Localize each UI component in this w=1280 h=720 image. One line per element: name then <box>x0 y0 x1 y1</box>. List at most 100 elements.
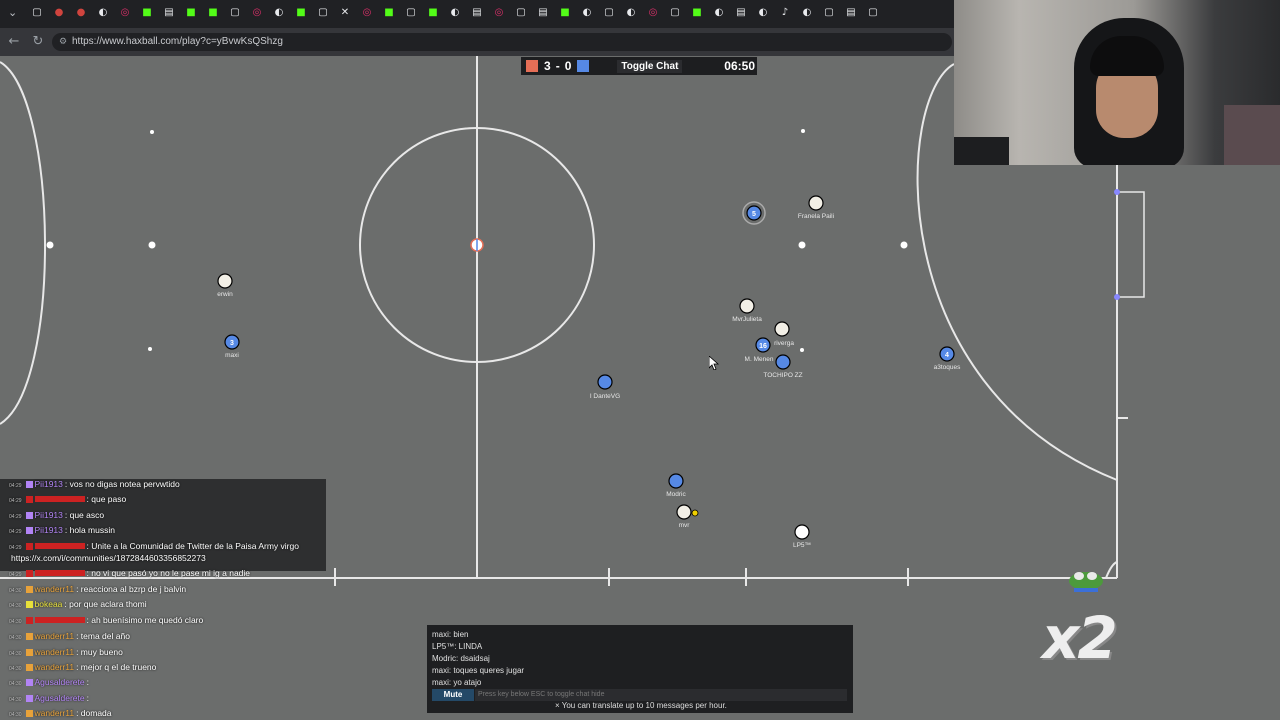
user-badge-icon <box>25 586 33 593</box>
stream-chat-username[interactable]: wanderr11 <box>35 647 75 657</box>
stream-chat-text: https://x.com/i/communities/187284460335… <box>11 553 206 563</box>
mute-button[interactable]: Mute <box>432 689 474 701</box>
stream-chat-text: : que paso <box>86 494 127 504</box>
tab-icon[interactable]: ▢ <box>820 6 838 20</box>
player-name: mvr <box>678 522 690 529</box>
tab-icon[interactable]: ▢ <box>864 6 882 20</box>
stream-chat-text: : que asco <box>64 510 105 520</box>
stream-chat-username[interactable]: wanderr11 <box>35 708 75 718</box>
tab-icon[interactable]: ◐ <box>578 6 596 20</box>
instagram-tab-icon[interactable]: ◎ <box>116 6 134 20</box>
kick-tab-icon[interactable]: ■ <box>380 6 398 20</box>
stream-chat-line: 04:29 Pii1913: hola mussin <box>9 525 115 535</box>
player-disc <box>217 273 233 289</box>
stream-chat-timestamp: 04:30 <box>9 588 22 594</box>
translate-notice[interactable]: × You can translate up to 10 messages pe… <box>555 701 727 710</box>
stream-chat-line: 04:29 Pii1913: vos no digas notea pervwti… <box>9 479 180 489</box>
tiktok-tab-icon[interactable]: ♪ <box>776 6 794 20</box>
instagram-tab-icon[interactable]: ◎ <box>490 6 508 20</box>
stream-chat-username[interactable]: Agusalderete <box>35 693 85 703</box>
red-team-swatch <box>526 60 538 72</box>
user-badge-icon <box>25 570 33 577</box>
tab-icon[interactable]: ● <box>50 6 68 20</box>
stream-chat-username[interactable] <box>34 617 85 623</box>
tab-icon[interactable]: ◐ <box>798 6 816 20</box>
kick-tab-icon[interactable]: ■ <box>292 6 310 20</box>
user-badge-icon <box>25 527 33 534</box>
tab-icon[interactable]: ◐ <box>710 6 728 20</box>
game-chat-input[interactable]: Press key below ESC to toggle chat hide <box>475 689 847 701</box>
tab-icon[interactable]: ◐ <box>94 6 112 20</box>
tab-icon[interactable]: ◐ <box>622 6 640 20</box>
kick-tab-icon[interactable]: ■ <box>182 6 200 20</box>
instagram-tab-icon[interactable]: ◎ <box>248 6 266 20</box>
stream-chat-timestamp: 04:29 <box>9 483 22 489</box>
kick-tab-icon[interactable]: ■ <box>424 6 442 20</box>
corner-arc <box>1105 561 1118 579</box>
tab-icon[interactable]: ▤ <box>732 6 750 20</box>
site-info-icon[interactable]: ⚙ <box>59 33 67 51</box>
stream-chat-username[interactable]: Pii1913 <box>35 525 63 535</box>
user-badge-icon <box>25 496 33 503</box>
stream-chat-username[interactable] <box>34 570 85 576</box>
stream-chat-line: 04:30 wanderr11: reacciona al bzrp de j b… <box>9 584 186 594</box>
stream-chat-timestamp: 04:30 <box>9 635 22 641</box>
player-disc <box>808 195 824 211</box>
stream-chat-username[interactable]: wanderr11 <box>35 584 75 594</box>
tab-icon[interactable]: ▢ <box>512 6 530 20</box>
tab-icon[interactable]: ▤ <box>842 6 860 20</box>
stream-chat-overlay: 04:29 Pii1913: vos no digas notea pervwti… <box>0 479 326 720</box>
toggle-chat-button[interactable]: Toggle Chat <box>617 59 683 73</box>
tab-icon[interactable]: ▢ <box>666 6 684 20</box>
tab-icon[interactable]: ● <box>72 6 90 20</box>
url-field[interactable]: ⚙ https://www.haxball.com/play?c=yBvwKsQ… <box>52 33 952 51</box>
kick-tab-icon[interactable]: ■ <box>688 6 706 20</box>
game-chat-message: maxi: yo atajo <box>432 678 482 687</box>
stream-chat-username[interactable]: Agusalderete <box>35 677 85 687</box>
tab-icon[interactable]: ◐ <box>754 6 772 20</box>
player-name: M. Menen <box>744 356 774 363</box>
tab-icon[interactable]: ▢ <box>28 6 46 20</box>
stream-chat-username[interactable]: bokeaa <box>35 599 63 609</box>
stream-chat-username[interactable]: wanderr11 <box>35 631 75 641</box>
match-timer: 06:50 <box>724 59 755 73</box>
stream-chat-timestamp: 04:30 <box>9 712 22 718</box>
instagram-tab-icon[interactable]: ◎ <box>644 6 662 20</box>
kick-tab-icon[interactable]: ■ <box>138 6 156 20</box>
stream-chat-line: https://x.com/i/communities/187284460335… <box>9 553 206 563</box>
tab-icon[interactable]: ▤ <box>468 6 486 20</box>
tab-icon[interactable]: ▤ <box>160 6 178 20</box>
tab-list-chevron-icon[interactable]: ⌄ <box>8 7 20 19</box>
stream-chat-username[interactable]: Pii1913 <box>35 479 63 489</box>
stream-chat-timestamp: 04:30 <box>9 666 22 672</box>
stream-chat-username[interactable] <box>34 543 85 549</box>
tab-icon[interactable]: ▢ <box>314 6 332 20</box>
tab-icon[interactable]: ▢ <box>600 6 618 20</box>
back-arrow-icon[interactable]: ← <box>6 34 22 50</box>
kick-tab-icon[interactable]: ■ <box>556 6 574 20</box>
stream-chat-username[interactable]: wanderr11 <box>35 662 75 672</box>
stream-chat-username[interactable] <box>34 496 85 502</box>
tab-icon[interactable]: ▢ <box>226 6 244 20</box>
stream-chat-text: : mejor q el de trueno <box>76 662 157 672</box>
user-badge-icon <box>25 543 33 550</box>
tab-icon[interactable]: ▢ <box>402 6 420 20</box>
tab-icon[interactable]: ✕ <box>336 6 354 20</box>
stream-chat-timestamp: 04:29 <box>9 529 22 535</box>
pitch-spot <box>148 241 156 249</box>
reload-icon[interactable]: ↻ <box>30 34 46 50</box>
stream-chat-line: 04:29: que paso <box>9 494 126 504</box>
tab-icon[interactable]: ◐ <box>446 6 464 20</box>
instagram-tab-icon[interactable]: ◎ <box>358 6 376 20</box>
pitch-spot <box>900 241 908 249</box>
tab-strip[interactable]: ▢ ● ● ◐ ◎ ■ ▤ ■ ■ ▢ ◎ ◐ ■ ▢ ✕ ◎ ■ ▢ ■ ◐ … <box>28 6 958 22</box>
stream-chat-username[interactable]: Pii1913 <box>35 510 63 520</box>
tab-icon[interactable]: ▤ <box>534 6 552 20</box>
tab-icon[interactable]: ◐ <box>270 6 288 20</box>
pitch-spot <box>798 241 806 249</box>
kick-tab-icon[interactable]: ■ <box>204 6 222 20</box>
player-name: maxi <box>225 352 239 359</box>
stream-chat-timestamp: 04:30 <box>9 603 22 609</box>
stream-chat-text: : Unite a la Comunidad de Twitter de la … <box>86 541 299 551</box>
stream-chat-timestamp: 04:29 <box>9 572 22 578</box>
